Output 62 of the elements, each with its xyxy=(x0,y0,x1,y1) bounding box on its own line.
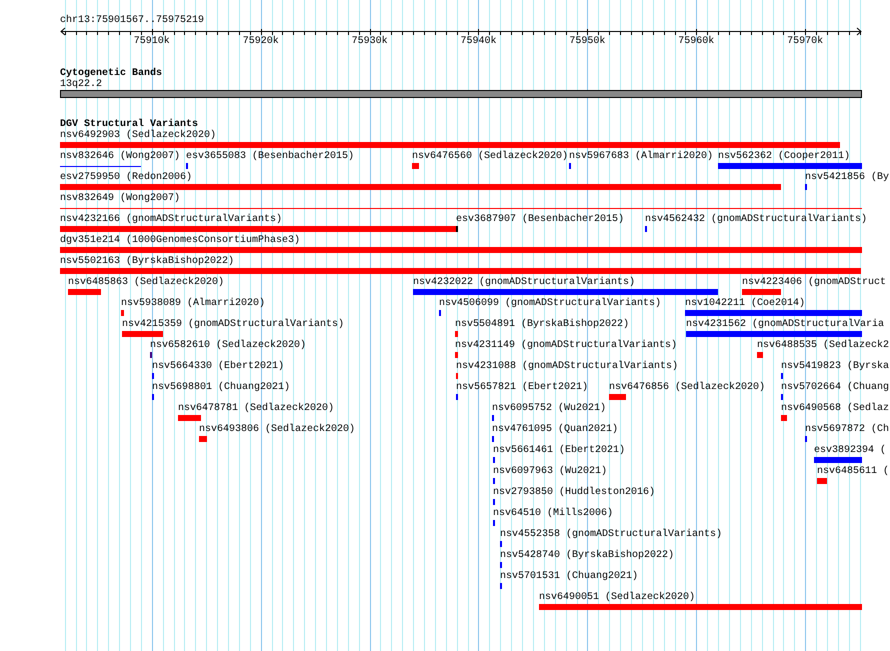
variant-label[interactable]: esv3687907 (Besenbacher2015) xyxy=(456,214,624,225)
variant-label[interactable]: nsv4562432 (gnomADStructuralVariants) xyxy=(645,214,868,225)
variant-label[interactable]: nsv6490568 (Sedlaz xyxy=(781,403,890,414)
position-label: chr13:75901567..75975219 xyxy=(60,15,204,26)
variant-bar[interactable] xyxy=(60,163,141,169)
track-title: Cytogenetic Bands xyxy=(60,68,162,79)
variant-label[interactable]: nsv5502163 (ByrskaBishop2022) xyxy=(60,256,234,267)
variant-label[interactable]: nsv5967683 (Almarri2020) xyxy=(569,151,714,162)
variant-label[interactable]: nsv6485611 ( xyxy=(817,466,890,477)
variant-label[interactable]: nsv4231088 (gnomADStructuralVariants) xyxy=(456,361,678,372)
tick-label: 75920k xyxy=(242,36,279,47)
variant-label[interactable]: nsv5661461 (Ebert2021) xyxy=(493,445,626,456)
variant-label[interactable]: nsv2793850 (Huddleston2016) xyxy=(493,487,656,498)
variant-label[interactable]: nsv6493806 (Sedlazeck2020) xyxy=(199,424,356,435)
tick-label: 75940k xyxy=(460,36,496,47)
variant-label[interactable]: nsv6476560 (Sedlazeck2020) xyxy=(412,151,568,162)
variant-label[interactable]: nsv562362 (Cooper2011) xyxy=(718,151,850,162)
tick-label: 75970k xyxy=(787,36,824,47)
variant-label[interactable]: dgv351e214 (1000GenomesConsortiumPhase3) xyxy=(60,235,300,246)
variant-label[interactable]: nsv1042211 (Coe2014) xyxy=(685,298,806,309)
variant-label[interactable]: esv3892394 ( xyxy=(814,445,886,456)
variant-label[interactable]: nsv5421856 (By xyxy=(805,172,890,183)
variant-label[interactable]: nsv4761095 (Quan2021) xyxy=(492,424,618,435)
tick-label: 75930k xyxy=(352,36,388,47)
variant-label[interactable]: nsv5504891 (ByrskaBishop2022) xyxy=(455,319,630,330)
variant-label[interactable]: nsv4232022 (gnomADStructuralVariants) xyxy=(413,277,636,288)
band-label: 13q22.2 xyxy=(60,79,102,90)
variant-label[interactable]: nsv6478781 (Sedlazeck2020) xyxy=(178,403,334,414)
variant-label[interactable]: nsv5419823 (Byrska xyxy=(781,361,890,372)
variant-label[interactable]: nsv4232166 (gnomADStructuralVariants) xyxy=(60,214,282,225)
variant-label[interactable]: nsv5664330 (Ebert2021) xyxy=(152,361,284,372)
variant-label[interactable]: nsv832646 (Wong2007) xyxy=(60,151,180,162)
variant-label[interactable]: nsv5697872 (Ch xyxy=(805,424,890,435)
variant-label[interactable]: nsv4506099 (gnomADStructuralVariants) xyxy=(439,298,662,309)
variant-label[interactable]: nsv6476856 (Sedlazeck2020) xyxy=(609,382,766,393)
variant-label[interactable]: nsv5428740 (ByrskaBishop2022) xyxy=(500,550,674,561)
variant-label[interactable]: nsv5938089 (Almarri2020) xyxy=(121,298,266,309)
variant-label[interactable]: nsv832649 (Wong2007) xyxy=(60,193,180,204)
variant-label[interactable]: nsv6492903 (Sedlazeck2020) xyxy=(60,130,216,141)
tick-label: 75910k xyxy=(134,36,170,47)
track-title: DGV Structural Variants xyxy=(60,119,198,130)
variant-bar[interactable] xyxy=(60,205,862,211)
variant-label[interactable]: nsv6097963 (Wu2021) xyxy=(493,466,608,477)
variant-label[interactable]: nsv4231149 (gnomADStructuralVariants) xyxy=(455,340,678,351)
variant-label[interactable]: nsv6490051 (Sedlazeck2020) xyxy=(539,592,696,603)
variant-label[interactable]: esv3655083 (Besenbacher2015) xyxy=(186,151,354,162)
variant-label[interactable]: nsv5698801 (Chuang2021) xyxy=(152,382,290,393)
variant-label[interactable]: nsv64510 (Mills2006) xyxy=(493,508,614,519)
variant-label[interactable]: esv2759950 (Redon2006) xyxy=(60,172,192,183)
variant-label[interactable]: nsv4231562 (gnomADStructuralVaria xyxy=(686,319,884,330)
variant-label[interactable]: nsv5701531 (Chuang2021) xyxy=(500,571,638,582)
variant-label[interactable]: nsv6582610 (Sedlazeck2020) xyxy=(150,340,306,351)
variant-label[interactable]: nsv6485863 (Sedlazeck2020) xyxy=(68,277,224,288)
tick-label: 75950k xyxy=(569,36,606,47)
variant-label[interactable]: nsv6095752 (Wu2021) xyxy=(492,403,606,414)
variant-label[interactable]: nsv5702664 (Chuang xyxy=(781,382,890,393)
variant-label[interactable]: nsv4215359 (gnomADStructuralVariants) xyxy=(122,319,344,330)
variant-label[interactable]: nsv4223406 (gnomADStruct xyxy=(742,277,886,288)
variant-label[interactable]: nsv4552358 (gnomADStructuralVariants) xyxy=(500,529,722,540)
tick-label: 75960k xyxy=(678,36,714,47)
variant-label[interactable]: nsv5657821 (Ebert2021) xyxy=(456,382,588,393)
variant-label[interactable]: nsv6488535 (Sedlazeck2 xyxy=(757,340,890,351)
